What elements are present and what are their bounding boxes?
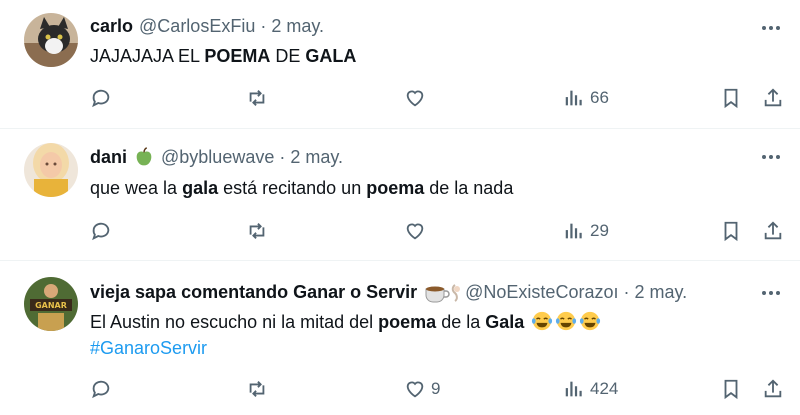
text-segment-bold: POEMA <box>204 46 271 66</box>
view-count: 66 <box>590 88 609 107</box>
display-name[interactable]: dani <box>90 147 127 168</box>
tweet-2[interactable]: dani @byblue­wave · 2 may. que wea la ga… <box>0 129 800 260</box>
face-with-tears-of-joy-icon <box>556 311 577 331</box>
coffee-cup-icon <box>423 281 463 303</box>
text-segment: que wea la <box>90 178 183 198</box>
laugh-emojis <box>529 311 601 332</box>
view-count: 424 <box>590 379 619 398</box>
hashtag-link[interactable]: #GanaroServir <box>90 338 207 358</box>
share-icon <box>764 88 782 107</box>
reply-icon <box>92 89 110 108</box>
retweet-button[interactable] <box>246 83 268 113</box>
timestamp[interactable]: 2 may. <box>271 16 324 37</box>
user-handle[interactable]: @byblue­wave <box>161 147 274 168</box>
more-icon[interactable] <box>762 18 780 38</box>
retweet-icon <box>249 90 265 106</box>
display-name[interactable]: vieja sapa comentando Ganar o Servir <box>90 282 417 303</box>
tweet-text: El Austin no escucho ni la mitad del poe… <box>90 309 601 335</box>
bookmark-button[interactable] <box>720 216 742 246</box>
share-icon <box>764 379 782 398</box>
reply-icon <box>92 222 110 241</box>
share-button[interactable] <box>762 216 784 246</box>
views-button[interactable]: 29 <box>563 216 609 246</box>
display-name[interactable]: carlo <box>90 16 133 37</box>
share-button[interactable] <box>762 83 784 113</box>
text-segment: de la <box>436 312 486 332</box>
avatar[interactable] <box>24 13 78 67</box>
view-count: 29 <box>590 221 609 240</box>
avatar[interactable]: GANAR <box>24 277 78 331</box>
views-button[interactable]: 66 <box>563 83 609 113</box>
text-segment-bold: poema <box>378 312 437 332</box>
separator-dot: · <box>260 15 267 36</box>
retweet-icon <box>249 223 265 239</box>
bookmark-icon <box>724 221 738 242</box>
tweet-3[interactable]: GANAR vieja sapa comentando Ganar o Serv… <box>0 261 800 415</box>
heart-icon <box>406 381 424 398</box>
reply-button[interactable] <box>90 83 112 113</box>
retweet-button[interactable] <box>246 216 268 246</box>
face-with-tears-of-joy-icon <box>532 311 553 331</box>
text-segment-bold: poema <box>366 178 425 198</box>
user-handle[interactable]: @CarlosExFiu <box>139 16 255 37</box>
timestamp[interactable]: 2 may. <box>634 282 687 303</box>
retweet-button[interactable] <box>246 374 268 404</box>
face-with-tears-of-joy-icon <box>580 311 601 331</box>
tweet-text: que wea la gala está recitando un poema … <box>90 175 513 201</box>
heart-icon <box>406 90 424 107</box>
bookmark-button[interactable] <box>720 374 742 404</box>
more-icon[interactable] <box>762 283 780 303</box>
reply-button[interactable] <box>90 216 112 246</box>
views-button[interactable]: 424 <box>563 374 618 404</box>
text-segment-bold: gala <box>182 178 219 198</box>
share-icon <box>764 221 782 240</box>
reply-icon <box>92 380 110 399</box>
avatar[interactable] <box>24 143 78 197</box>
like-button[interactable] <box>404 216 426 246</box>
like-button[interactable]: 9 <box>404 374 440 404</box>
text-segment: de la nada <box>424 178 514 198</box>
tweet-text: JAJAJAJA EL POEMA DE GALA <box>90 43 356 69</box>
more-icon[interactable] <box>762 147 780 167</box>
separator-dot: · <box>279 146 286 167</box>
green-apple-icon <box>133 146 155 168</box>
text-segment-bold: Gala <box>485 312 525 332</box>
views-icon <box>565 381 582 397</box>
user-handle[interactable]: @NoExisteCorazoı <box>465 282 618 303</box>
text-segment: El Austin no escucho ni la mitad del <box>90 312 379 332</box>
reply-button[interactable] <box>90 374 112 404</box>
bookmark-icon <box>724 88 738 109</box>
svg-text:GANAR: GANAR <box>35 301 67 310</box>
share-button[interactable] <box>762 374 784 404</box>
timestamp[interactable]: 2 may. <box>290 147 343 168</box>
bookmark-button[interactable] <box>720 83 742 113</box>
views-icon <box>565 90 582 106</box>
like-count: 9 <box>431 379 441 398</box>
tweet-1[interactable]: carlo @CarlosExFiu · 2 may. JAJAJAJA EL … <box>0 0 800 128</box>
bookmark-icon <box>724 379 738 400</box>
text-segment: JAJAJAJA EL <box>90 46 205 66</box>
text-segment: DE <box>270 46 306 66</box>
separator-dot: · <box>623 281 630 302</box>
retweet-icon <box>249 381 265 397</box>
like-button[interactable] <box>404 83 426 113</box>
text-segment-bold: GALA <box>305 46 357 66</box>
views-icon <box>565 223 582 239</box>
heart-icon <box>406 223 424 240</box>
text-segment: está recitando un <box>218 178 367 198</box>
